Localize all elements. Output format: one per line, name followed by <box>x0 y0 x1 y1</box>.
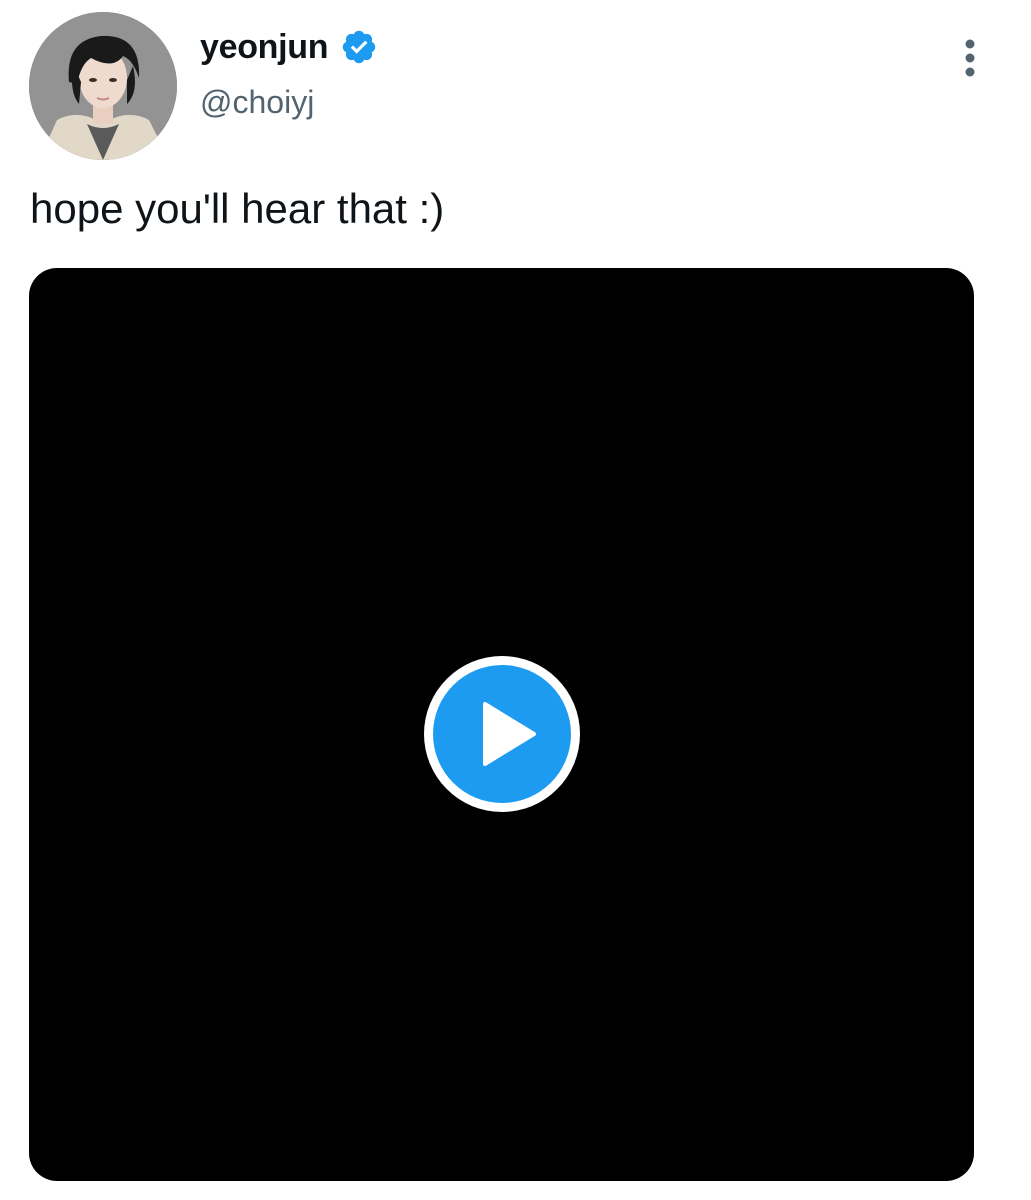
verified-badge-icon <box>340 28 378 66</box>
more-options-icon[interactable] <box>950 38 990 82</box>
tweet: yeonjun @choiyj hope you'll hear that :) <box>0 0 1031 1200</box>
author-name-row[interactable]: yeonjun <box>200 24 378 70</box>
video-player[interactable] <box>29 268 974 1181</box>
author-handle[interactable]: @choiyj <box>200 84 314 121</box>
avatar[interactable] <box>29 12 177 160</box>
display-name[interactable]: yeonjun <box>200 28 329 67</box>
avatar-photo <box>29 12 177 160</box>
play-icon[interactable] <box>424 656 580 812</box>
tweet-text: hope you'll hear that :) <box>30 185 445 232</box>
